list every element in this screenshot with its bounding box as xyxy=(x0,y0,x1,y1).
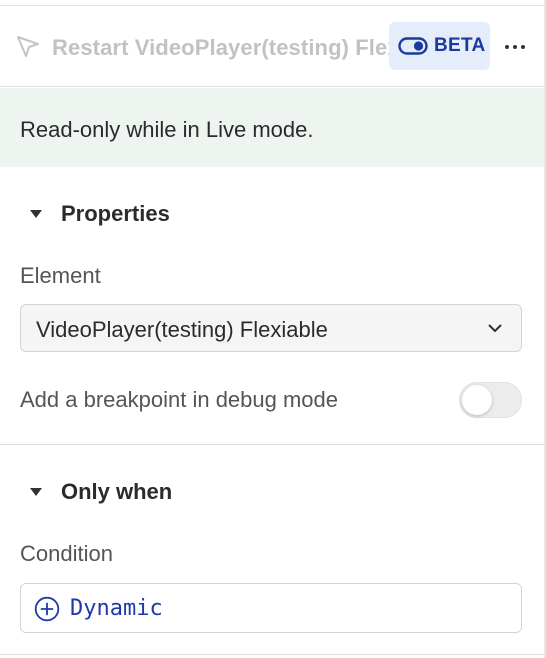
live-mode-notice: Read-only while in Live mode. xyxy=(0,88,544,167)
condition-input[interactable]: Dynamic xyxy=(20,583,522,633)
dynamic-expression: Dynamic xyxy=(70,596,163,621)
notice-text: Read-only while in Live mode. xyxy=(20,117,314,142)
element-select[interactable]: VideoPlayer(testing) Flexiable xyxy=(20,304,522,352)
panel-header: Restart VideoPlayer(testing) Flexiable B… xyxy=(0,6,544,87)
properties-section-toggle[interactable]: Properties xyxy=(0,196,544,236)
more-horizontal-icon-dot xyxy=(513,45,517,49)
breakpoint-label: Add a breakpoint in debug mode xyxy=(20,387,339,412)
more-options-button[interactable] xyxy=(500,32,530,62)
element-label: Element xyxy=(20,263,101,288)
cursor-arrow-icon xyxy=(17,36,39,57)
breakpoint-toggle[interactable] xyxy=(459,382,522,418)
section-divider xyxy=(0,444,544,445)
only-when-section-toggle[interactable]: Only when xyxy=(0,474,544,514)
beta-label: BETA xyxy=(434,35,486,56)
toggle-knob xyxy=(462,385,492,415)
only-when-section-title: Only when xyxy=(61,479,173,504)
properties-section-title: Properties xyxy=(61,201,170,226)
caret-down-icon xyxy=(30,210,42,218)
bottom-divider xyxy=(0,654,544,655)
caret-down-icon xyxy=(30,488,42,496)
beta-toggle-button[interactable]: BETA xyxy=(389,22,490,70)
more-horizontal-icon xyxy=(505,45,509,49)
toggle-icon xyxy=(398,37,428,55)
more-horizontal-icon-dot xyxy=(521,45,525,49)
element-select-value: VideoPlayer(testing) Flexiable xyxy=(36,317,328,342)
page-title: Restart VideoPlayer(testing) Flexiable xyxy=(52,35,392,60)
condition-label: Condition xyxy=(20,541,113,566)
plus-circle-icon xyxy=(34,596,60,622)
chevron-down-icon xyxy=(488,324,502,332)
